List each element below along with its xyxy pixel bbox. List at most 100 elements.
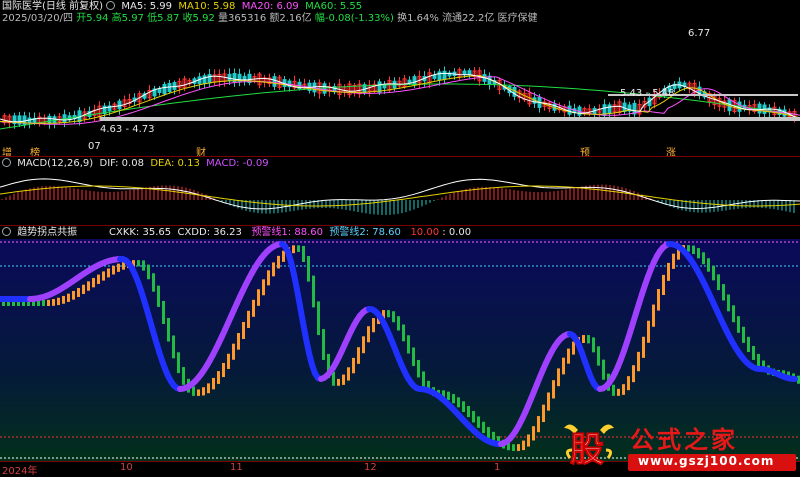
price-chart[interactable]	[0, 24, 800, 156]
cxdd-step-bar	[652, 305, 655, 327]
cxdd-step-bar	[487, 427, 490, 438]
sector[interactable]: 医疗保健	[498, 13, 538, 24]
cxdd-step-bar	[602, 360, 605, 380]
cxdd-step-bar	[742, 327, 745, 343]
cxdd-step-bar	[727, 295, 730, 312]
candle-body	[203, 76, 206, 83]
cxdd-step-bar	[737, 316, 740, 333]
cxdd-step-bar	[457, 397, 460, 407]
cxdd-step-bar	[347, 367, 350, 380]
candle-body	[228, 74, 231, 81]
xaxis-label-jan: 1	[494, 462, 500, 473]
ma10-label: MA10: 5.98	[178, 1, 235, 12]
cxdd-step-bar	[82, 285, 85, 294]
macd-title[interactable]: MACD(12,26,9)	[17, 158, 93, 169]
cxdd-step-bar	[372, 318, 375, 332]
cxdd-step-bar	[657, 289, 660, 311]
cxdd-step-bar	[342, 375, 345, 385]
cxdd-step-bar	[117, 264, 120, 272]
candle-body	[158, 89, 161, 93]
site-url[interactable]: www.gszj100.com	[638, 454, 774, 468]
indicator-header: 趋势拐点共振 CXKK: 35.65 CXDD: 36.23 预警线1: 88.…	[2, 227, 471, 239]
cxdd-step-bar	[417, 360, 420, 377]
cxdd-step-bar	[707, 258, 710, 271]
indicator-v2: : 0.00	[442, 227, 471, 238]
warn-line-2: 预警线2: 78.60	[329, 227, 401, 238]
macd-value: MACD: -0.09	[206, 158, 268, 169]
panel-divider-1	[0, 156, 800, 157]
cxdd-step-bar	[87, 281, 90, 290]
ma20-label: MA20: 6.09	[242, 1, 299, 12]
cxdd-step-bar	[627, 376, 630, 390]
cxdd-step-bar	[717, 274, 720, 290]
panel-divider-2	[0, 225, 800, 226]
open-price: 开5.94	[76, 13, 108, 24]
cxdd-step-bar	[317, 301, 320, 335]
cxdd-step-bar	[587, 335, 590, 343]
cxdd-step-bar	[462, 401, 465, 412]
change: 幅-0.08(-1.33%)	[315, 13, 394, 24]
cxdd-step-bar	[247, 311, 250, 328]
cxdd-step-bar	[167, 318, 170, 342]
cxdd-step-bar	[362, 336, 365, 353]
cxdd-step-bar	[47, 300, 50, 306]
cxdd-step-bar	[282, 251, 285, 262]
candle-body	[273, 77, 276, 87]
xaxis-label-nov: 11	[230, 462, 243, 473]
ma60-label: MA60: 5.55	[305, 1, 362, 12]
cxdd-step-bar	[402, 325, 405, 342]
candle-body	[433, 75, 436, 78]
cxdd-step-bar	[67, 294, 70, 302]
cxdd-step-bar	[552, 380, 555, 398]
cxdd-step-bar	[452, 394, 455, 403]
cxdd-step-bar	[632, 365, 635, 382]
macd-settings-icon[interactable]	[2, 158, 11, 167]
macd-chart[interactable]	[0, 170, 800, 224]
cxdd-step-bar	[642, 337, 645, 358]
annot-range2: 5.43 - 5.48	[620, 88, 675, 99]
cxdd-step-bar	[712, 266, 715, 281]
candle-body	[163, 84, 166, 93]
close-price: 收5.92	[183, 13, 215, 24]
cxdd-step-bar	[147, 265, 150, 280]
candle-body	[413, 77, 416, 85]
volume: 量365316	[218, 13, 266, 24]
cxdd-step-bar	[212, 378, 215, 389]
cxdd-step-bar	[227, 354, 230, 369]
cxdd-step-bar	[407, 335, 410, 353]
xaxis-label-dec: 12	[364, 462, 377, 473]
amount: 额2.16亿	[269, 13, 311, 24]
cxdd-step-bar	[62, 296, 65, 304]
cxdd-step-bar	[72, 291, 75, 300]
cxdd-step-bar	[152, 273, 155, 291]
cxdd-step-bar	[217, 371, 220, 384]
cxdd-step-bar	[177, 352, 180, 373]
cxdd-step-bar	[472, 411, 475, 422]
candle-body	[173, 83, 176, 90]
support-band	[100, 117, 800, 121]
indicator-title[interactable]: 趋势拐点共振	[17, 227, 77, 238]
cxdd-value: CXDD: 36.23	[177, 227, 241, 238]
cxdd-step-bar	[277, 256, 280, 269]
site-name: 公式之家	[630, 420, 738, 455]
cxdd-step-bar	[537, 416, 540, 432]
dif-line	[0, 179, 800, 209]
cxdd-step-bar	[522, 441, 525, 451]
candle-body	[443, 71, 446, 79]
settings-gear-icon[interactable]	[106, 1, 115, 10]
stock-name[interactable]: 国际医学(日线 前复权)	[2, 1, 103, 12]
cxdd-step-bar	[232, 344, 235, 360]
cxdd-step-bar	[582, 335, 585, 343]
cxdd-step-bar	[257, 289, 260, 306]
candle-body	[48, 116, 51, 123]
warn-line-1: 预警线1: 88.60	[251, 227, 323, 238]
cxdd-step-bar	[192, 387, 195, 396]
candle-body	[608, 105, 611, 114]
cxdd-step-bar	[557, 368, 560, 386]
logo-char: 股	[570, 422, 604, 471]
cxdd-step-bar	[622, 384, 625, 395]
cxdd-step-bar	[172, 336, 175, 359]
indicator-settings-icon[interactable]	[2, 227, 11, 236]
macd-dif: DIF: 0.08	[100, 158, 144, 169]
annot-range1: 4.63 - 4.73	[100, 124, 155, 135]
